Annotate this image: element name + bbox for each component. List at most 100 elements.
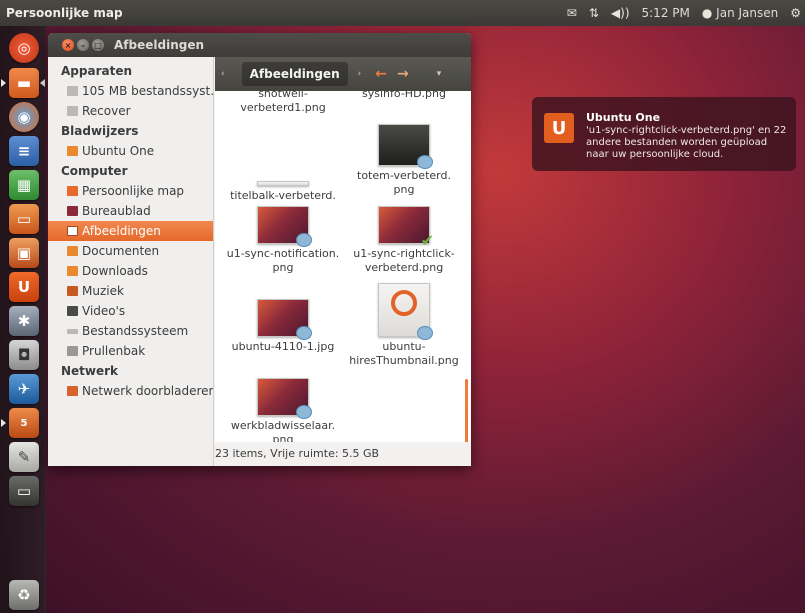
trash-icon xyxy=(67,346,78,356)
ubuntu-one-icon[interactable]: U xyxy=(9,272,39,302)
sidebar-heading-bookmarks: Bladwijzers xyxy=(61,124,139,138)
sidebar-item-recover[interactable]: Recover xyxy=(48,101,213,121)
calc-icon[interactable]: ▦ xyxy=(9,170,39,200)
breadcrumb-right-icon[interactable]: › xyxy=(358,69,362,79)
camera-icon[interactable]: ◘ xyxy=(9,340,39,370)
sidebar-item-browse-network[interactable]: Netwerk doorbladeren xyxy=(48,381,213,401)
file-item[interactable]: ubuntu- hiresThumbnail.png xyxy=(344,283,464,368)
documents-folder-icon xyxy=(67,246,78,256)
sidebar-item-trash[interactable]: Prullenbak xyxy=(48,341,213,361)
file-item[interactable]: sysinfo-HD.png xyxy=(344,91,464,101)
forward-arrow-icon[interactable]: → xyxy=(397,66,409,82)
file-name: ubuntu- hiresThumbnail.png xyxy=(349,340,459,367)
sidebar-item-label: Ubuntu One xyxy=(82,144,155,158)
workspace-icon[interactable]: 5 xyxy=(9,408,39,438)
file-thumbnail xyxy=(257,299,312,340)
status-bar: 23 items, Vrije ruimte: 5.5 GB xyxy=(215,442,471,466)
writer-icon[interactable]: ≡ xyxy=(9,136,39,166)
sidebar-item-videos[interactable]: Video's xyxy=(48,301,213,321)
sidebar-item-label: Downloads xyxy=(82,264,148,278)
drive-icon xyxy=(67,106,78,116)
sidebar-item-label: Netwerk doorbladeren xyxy=(82,384,213,398)
close-button[interactable]: × xyxy=(62,39,74,51)
impress-icon[interactable]: ▭ xyxy=(9,204,39,234)
window-titlebar[interactable]: × – □ Afbeeldingen xyxy=(48,33,471,57)
checkmark-icon: ✔ xyxy=(420,231,434,250)
sidebar-item-label: Documenten xyxy=(82,244,160,258)
minimize-button[interactable]: – xyxy=(77,39,89,51)
file-thumbnail xyxy=(378,283,433,340)
sidebar-item-label: Persoonlijke map xyxy=(82,184,185,198)
sync-icon xyxy=(296,233,312,247)
filesystem-icon xyxy=(67,328,78,334)
running-indicator xyxy=(1,79,6,87)
system-tray: ✉ ⇅ ◀)) 5:12 PM ● Jan Jansen ⚙ xyxy=(567,0,805,26)
file-thumbnail xyxy=(378,124,433,169)
active-indicator xyxy=(40,79,45,87)
settings-icon[interactable]: ✱ xyxy=(9,306,39,336)
file-view: ‹ Afbeeldingen › ← → ▾ shotwell- verbete… xyxy=(215,57,471,466)
running-indicator-workspace xyxy=(1,419,6,427)
ubuntu-dash-icon[interactable]: ◎ xyxy=(9,33,39,63)
volume-icon[interactable]: ◀)) xyxy=(611,6,630,20)
network-icon xyxy=(67,386,78,396)
file-name: shotwell- verbeterd1.png xyxy=(240,91,326,114)
menu-dropdown-icon[interactable]: ▾ xyxy=(437,69,442,79)
user-icon: ● xyxy=(701,6,713,20)
file-thumbnail xyxy=(257,206,312,247)
maximize-button[interactable]: □ xyxy=(92,39,104,51)
user-name: Jan Jansen xyxy=(716,6,779,20)
sidebar-item-filesystem[interactable]: Bestandssysteem xyxy=(48,321,213,341)
file-name: u1-sync-rightclick- verbeterd.png xyxy=(353,247,455,274)
location-toolbar: ‹ Afbeeldingen › ← → ▾ xyxy=(215,57,471,91)
sidebar-item-music[interactable]: Muziek xyxy=(48,281,213,301)
sidebar-item-label: Afbeeldingen xyxy=(82,224,161,238)
launcher: ◎ ▬ ◉ ≡ ▦ ▭ ▣ U ✱ ◘ ✈ 5 ✎ ▭ ♻ xyxy=(0,26,46,613)
user-menu[interactable]: ● Jan Jansen xyxy=(702,6,778,20)
clock[interactable]: 5:12 PM xyxy=(642,6,690,20)
file-thumbnail: ✔ xyxy=(378,206,434,249)
file-item[interactable]: ubuntu-4110-1.jpg xyxy=(223,299,343,354)
notification-body: 'u1-sync-rightclick-verbeterd.png' en 22… xyxy=(586,125,787,160)
text-editor-icon[interactable]: ✎ xyxy=(9,442,39,472)
sidebar-item-home[interactable]: Persoonlijke map xyxy=(48,181,213,201)
terminal-icon[interactable]: ▭ xyxy=(9,476,39,506)
file-item[interactable]: shotwell- verbeterd1.png xyxy=(223,91,343,115)
drive-icon xyxy=(67,86,78,96)
sidebar-heading-computer: Computer xyxy=(61,164,128,178)
file-item[interactable]: ✔ u1-sync-rightclick- verbeterd.png xyxy=(344,206,464,275)
places-sidebar: Apparaten 105 MB bestandssyst… Recover B… xyxy=(48,57,214,466)
ubuntu-logo-icon xyxy=(391,290,417,316)
mail-icon[interactable]: ✉ xyxy=(567,6,577,20)
file-manager-window: × – □ Afbeeldingen Apparaten 105 MB best… xyxy=(48,33,471,466)
session-gear-icon[interactable]: ⚙ xyxy=(790,6,801,20)
file-item[interactable]: totem-verbeterd. png xyxy=(344,124,464,197)
breadcrumb-left-icon[interactable]: ‹ xyxy=(221,69,225,79)
sidebar-item-filesystem-volume[interactable]: 105 MB bestandssyst… xyxy=(48,81,213,101)
sidebar-item-downloads[interactable]: Downloads xyxy=(48,261,213,281)
sidebar-item-label: Prullenbak xyxy=(82,344,146,358)
firefox-icon[interactable]: ◉ xyxy=(9,102,39,132)
sidebar-item-label: Recover xyxy=(82,104,131,118)
sync-icon xyxy=(417,155,433,169)
sidebar-heading-devices: Apparaten xyxy=(61,64,132,78)
file-thumbnail xyxy=(257,378,312,419)
sidebar-item-documents[interactable]: Documenten xyxy=(48,241,213,261)
software-center-icon[interactable]: ▣ xyxy=(9,238,39,268)
sidebar-item-ubuntu-one[interactable]: Ubuntu One xyxy=(48,141,213,161)
file-item[interactable]: u1-sync-notification. png xyxy=(223,206,343,275)
breadcrumb[interactable]: Afbeeldingen xyxy=(241,62,348,86)
sidebar-item-desktop[interactable]: Bureaublad xyxy=(48,201,213,221)
folder-icon xyxy=(67,146,78,156)
files-icon[interactable]: ▬ xyxy=(9,68,39,98)
back-arrow-icon[interactable]: ← xyxy=(375,66,387,82)
trash-icon[interactable]: ♻ xyxy=(9,580,39,610)
pictures-folder-icon xyxy=(67,226,78,236)
sidebar-item-pictures[interactable]: Afbeeldingen xyxy=(48,221,213,241)
file-item[interactable]: werkbladwisselaar. png xyxy=(223,378,343,447)
home-folder-icon xyxy=(67,186,78,196)
network-icon[interactable]: ⇅ xyxy=(589,6,599,20)
sidebar-item-label: Video's xyxy=(82,304,126,318)
thunderbird-icon[interactable]: ✈ xyxy=(9,374,39,404)
icon-grid: shotwell- verbeterd1.png sysinfo-HD.png … xyxy=(215,91,471,466)
